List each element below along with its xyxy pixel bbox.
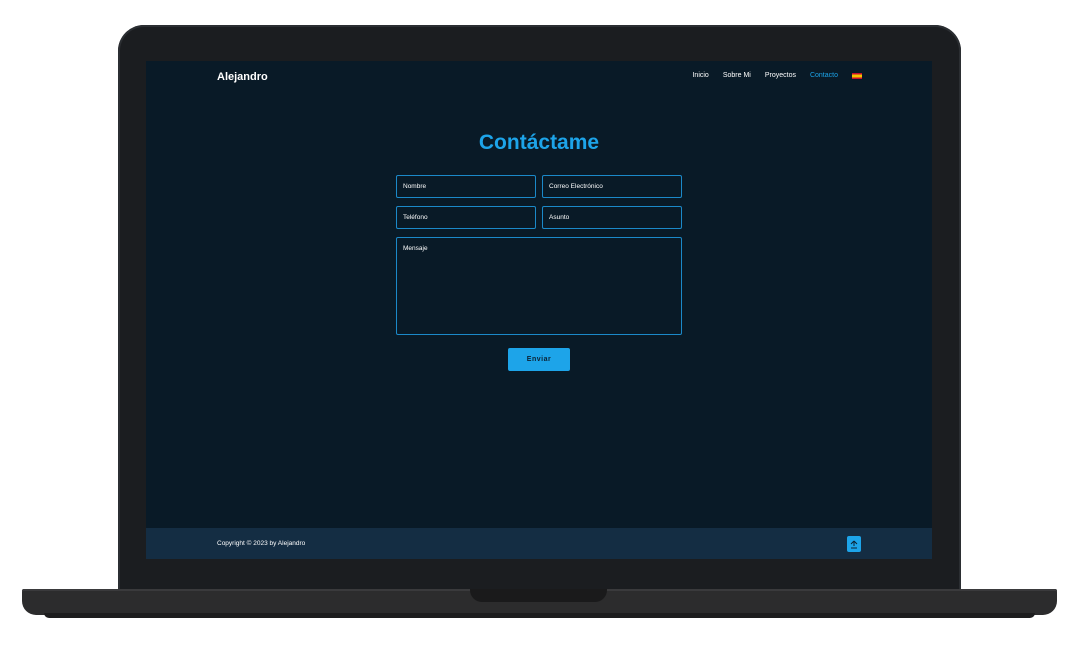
spain-flag-icon[interactable] xyxy=(852,72,862,79)
phone-input[interactable]: Teléfono xyxy=(396,206,536,229)
nav-links: Inicio Sobre Mi Proyectos Contacto xyxy=(692,72,862,79)
send-button[interactable]: Enviar xyxy=(508,348,570,371)
laptop-screen: Alejandro Inicio Sobre Mi Proyectos Cont… xyxy=(146,61,932,559)
laptop-base-foot xyxy=(44,613,1035,618)
scroll-to-top-button[interactable] xyxy=(847,536,861,552)
email-input[interactable]: Correo Electrónico xyxy=(542,175,682,198)
subject-input[interactable]: Asunto xyxy=(542,206,682,229)
laptop-mockup: Alejandro Inicio Sobre Mi Proyectos Cont… xyxy=(0,0,1086,645)
message-textarea[interactable]: Mensaje xyxy=(396,237,682,335)
copyright-text: Copyright © 2023 by Alejandro xyxy=(217,540,306,547)
arrow-up-icon xyxy=(850,540,858,548)
navbar: Alejandro Inicio Sobre Mi Proyectos Cont… xyxy=(146,61,932,95)
nav-link-sobre-mi[interactable]: Sobre Mi xyxy=(723,72,751,79)
footer: Copyright © 2023 by Alejandro xyxy=(146,528,932,559)
nav-link-contacto[interactable]: Contacto xyxy=(810,72,838,79)
page-title: Contáctame xyxy=(478,131,600,154)
name-input[interactable]: Nombre xyxy=(396,175,536,198)
nav-link-proyectos[interactable]: Proyectos xyxy=(765,72,796,79)
nav-link-inicio[interactable]: Inicio xyxy=(692,72,708,79)
laptop-notch xyxy=(470,589,607,602)
brand-logo[interactable]: Alejandro xyxy=(217,71,268,83)
